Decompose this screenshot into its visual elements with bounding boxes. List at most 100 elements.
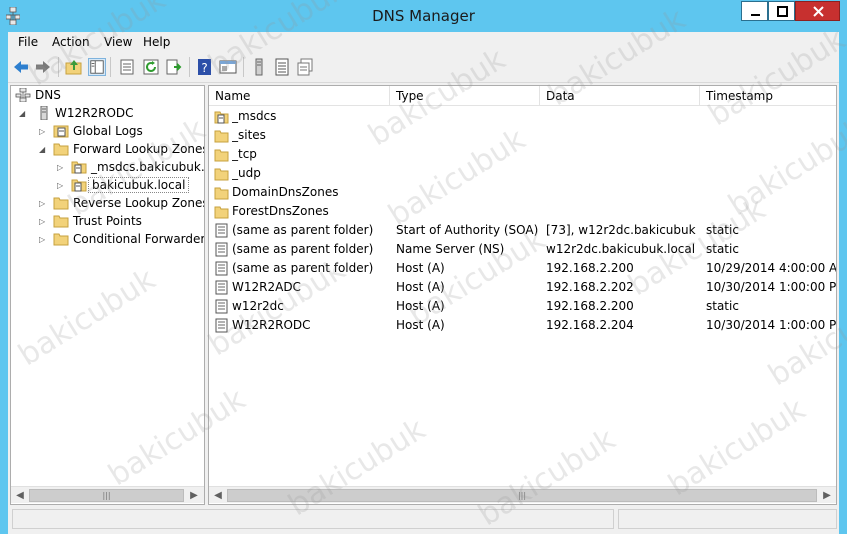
up-folder-icon[interactable] [65,58,83,76]
cell-timestamp: static [706,242,739,256]
close-button[interactable] [795,1,840,21]
scroll-right-icon[interactable]: ▶ [819,488,835,503]
table-row[interactable]: ForestDnsZones [209,202,836,221]
menu-bar: File Action View Help [8,32,839,52]
scrollbar-thumb[interactable]: ||| [29,489,184,502]
cell-data: [73], w12r2dc.bakicubuk.l... [546,223,696,237]
table-row[interactable]: (same as parent folder) Name Server (NS) w… [209,240,836,259]
logs-folder-icon [53,125,69,138]
tree-label-reverse-lookup-zones: Reverse Lookup Zones [73,196,205,210]
record-icon [215,280,228,295]
help-icon[interactable]: ? [196,58,214,76]
expand-arrow-icon[interactable]: ▷ [39,199,47,209]
tree-node-global-logs[interactable]: ▷ Global Logs [13,123,203,141]
maximize-icon [777,6,788,17]
column-header-type[interactable]: Type [390,86,540,106]
cell-name: (same as parent folder) [232,242,374,256]
scroll-left-icon[interactable]: ◀ [12,488,28,503]
table-row[interactable]: _tcp [209,145,836,164]
tree-label-bakicubuk-local: bakicubuk.local [88,177,190,193]
workspace: DNS ◢ W12R2RODC ▷ Global Logs ◢ Forward … [8,83,839,505]
cell-name: w12r2dc [232,299,284,313]
record-icon [215,242,228,257]
cell-type: Name Server (NS) [396,242,505,256]
tree-node-msdcs-zone[interactable]: ▷ _msdcs.bakicubuk.lo [13,159,204,177]
export-list-icon[interactable] [165,58,183,76]
menu-action[interactable]: Action [52,35,90,49]
menu-help[interactable]: Help [143,35,170,49]
expand-arrow-icon[interactable]: ▷ [57,181,65,191]
title-bar: DNS Manager [0,0,847,32]
folder-options-icon[interactable] [296,58,314,76]
tree-label-server: W12R2RODC [55,106,134,120]
cell-type: Host (A) [396,299,445,313]
cell-name: ForestDnsZones [232,204,329,218]
cell-type: Host (A) [396,280,445,294]
tree-node-server[interactable]: ◢ W12R2RODC [13,105,203,123]
scrollbar-thumb[interactable]: ||| [227,489,817,502]
table-row[interactable]: W12R2RODC Host (A) 192.168.2.204 10/30/2014… [209,316,836,335]
properties-icon[interactable] [118,58,136,76]
folder-icon [214,187,229,200]
column-header-timestamp[interactable]: Timestamp [700,86,836,106]
cell-name: _msdcs [232,109,277,123]
column-header-data[interactable]: Data [540,86,700,106]
cell-timestamp: static [706,299,739,313]
collapse-arrow-icon[interactable]: ◢ [39,145,47,155]
tree-node-bakicubuk-local[interactable]: ▷ bakicubuk.local [13,177,203,195]
tree-node-trust-points[interactable]: ▷ Trust Points [13,213,203,231]
close-icon [813,6,824,17]
scroll-left-icon[interactable]: ◀ [210,488,226,503]
show-hide-tree-icon[interactable] [88,58,106,76]
table-row[interactable]: (same as parent folder) Host (A) 192.168.2… [209,259,836,278]
tree-label-global-logs: Global Logs [73,124,143,138]
back-arrow-icon[interactable] [12,58,30,76]
refresh-icon[interactable] [142,58,160,76]
server-icon [40,106,48,120]
minimize-button[interactable] [741,1,768,21]
expand-arrow-icon[interactable]: ▷ [39,127,47,137]
cell-name: W12R2ADC [232,280,301,294]
column-header-name[interactable]: Name [209,86,390,106]
tree-horizontal-scrollbar[interactable]: ◀ ||| ▶ [11,486,204,503]
folder-icon [53,143,69,156]
cell-name: _udp [232,166,261,180]
table-row[interactable]: DomainDnsZones [209,183,836,202]
folder-icon [214,206,229,219]
console-tree-icon[interactable] [219,58,237,76]
zone-icon [71,161,87,174]
scroll-right-icon[interactable]: ▶ [186,488,202,503]
record-icon [215,261,228,276]
tree-node-reverse-lookup-zones[interactable]: ▷ Reverse Lookup Zones [13,195,205,213]
tree-label-conditional-forwarders: Conditional Forwarders [73,232,205,246]
forward-arrow-icon[interactable] [34,58,52,76]
folder-icon [214,130,229,143]
status-cell-secondary [618,509,837,529]
console-tree-pane: DNS ◢ W12R2RODC ▷ Global Logs ◢ Forward … [10,85,205,505]
menu-view[interactable]: View [104,35,132,49]
table-row[interactable]: W12R2ADC Host (A) 192.168.2.202 10/30/2014 … [209,278,836,297]
expand-arrow-icon[interactable]: ▷ [39,235,47,245]
tree-node-dns[interactable]: DNS [13,87,203,105]
table-row[interactable]: _msdcs [209,107,836,126]
maximize-button[interactable] [768,1,795,21]
tree-node-conditional-forwarders[interactable]: ▷ Conditional Forwarders [13,231,205,249]
table-row[interactable]: _sites [209,126,836,145]
table-row[interactable]: (same as parent folder) Start of Authorit… [209,221,836,240]
record-icon [215,299,228,314]
menu-file[interactable]: File [18,35,38,49]
cell-timestamp: 10/30/2014 1:00:00 PM [706,318,836,332]
table-row[interactable]: w12r2dc Host (A) 192.168.2.200 static [209,297,836,316]
folder-icon [53,215,69,228]
collapse-arrow-icon[interactable]: ◢ [19,109,27,119]
cell-name: DomainDnsZones [232,185,339,199]
server-icon[interactable] [250,58,268,76]
cell-timestamp: 10/29/2014 4:00:00 AM [706,261,836,275]
record-icon[interactable] [273,58,291,76]
tree-node-forward-lookup-zones[interactable]: ◢ Forward Lookup Zones [13,141,204,159]
expand-arrow-icon[interactable]: ▷ [57,163,65,173]
expand-arrow-icon[interactable]: ▷ [39,217,47,227]
minimize-icon [751,14,760,16]
list-horizontal-scrollbar[interactable]: ◀ ||| ▶ [209,486,836,503]
table-row[interactable]: _udp [209,164,836,183]
